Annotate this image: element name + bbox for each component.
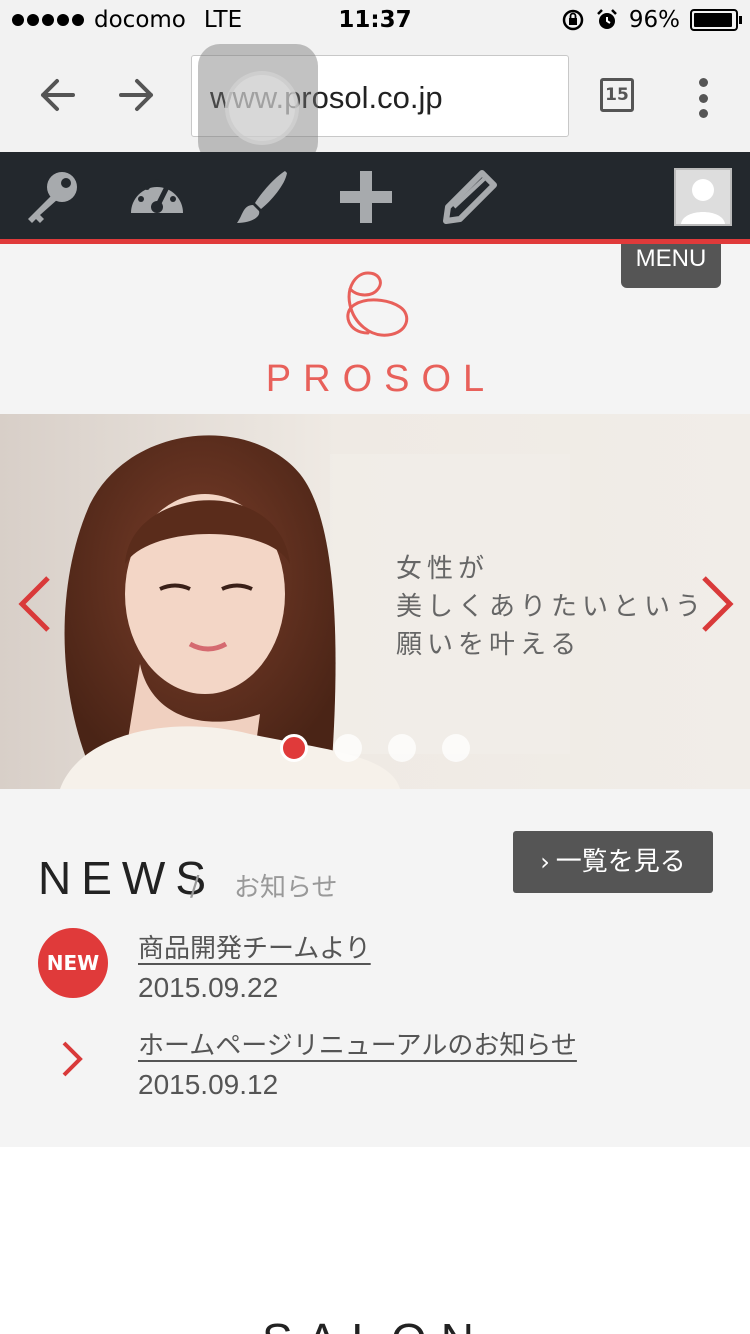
salon-section: SALON xyxy=(0,1147,750,1334)
site-logo-text[interactable]: PROSOL xyxy=(0,358,750,401)
back-arrow-icon[interactable] xyxy=(32,70,82,120)
prev-slide-icon[interactable] xyxy=(16,574,56,634)
admin-bar xyxy=(0,152,750,244)
browser-toolbar: www.prosol.co.jp 15 xyxy=(0,40,750,164)
news-item-date: 2015.09.12 xyxy=(138,1069,279,1100)
chevron-right-icon: › xyxy=(540,848,550,876)
slide-dot-2[interactable] xyxy=(334,734,362,762)
news-item-link[interactable]: 商品開発チームより xyxy=(138,928,371,965)
view-all-news-button[interactable]: › 一覧を見る xyxy=(513,831,713,893)
news-subheading: お知らせ xyxy=(234,873,338,903)
key-icon[interactable] xyxy=(22,167,82,227)
assistive-touch-button[interactable] xyxy=(198,44,318,164)
slide-dot-1[interactable] xyxy=(280,734,308,762)
rotation-lock-icon xyxy=(562,9,584,31)
dashboard-icon[interactable] xyxy=(127,167,187,227)
status-bar: docomo LTE 11:37 96% xyxy=(0,0,750,40)
tabs-icon[interactable]: 15 xyxy=(600,78,634,112)
news-section: NEWS / お知らせ › 一覧を見る NEW 商品開発チームより 2015.09… xyxy=(0,789,750,1147)
forward-arrow-icon[interactable] xyxy=(112,70,162,120)
news-item-date: 2015.09.22 xyxy=(138,972,279,1003)
battery-percent: 96% xyxy=(628,7,680,33)
hero-line: 女性が xyxy=(396,554,490,584)
menu-button[interactable]: MENU xyxy=(621,244,721,288)
slide-indicators xyxy=(280,734,470,762)
hero-caption: 女性が 美しくありたいという 願いを叶える xyxy=(396,550,706,664)
overflow-menu-icon[interactable] xyxy=(697,78,709,118)
new-badge: NEW xyxy=(38,928,108,998)
alarm-icon xyxy=(596,9,617,29)
salon-heading: SALON xyxy=(0,1313,750,1334)
status-right: 96% xyxy=(561,7,742,33)
brush-icon[interactable] xyxy=(231,167,291,227)
news-item-link[interactable]: ホームページリニューアルのお知らせ xyxy=(138,1025,577,1062)
hero-line: 美しくありたいという xyxy=(396,592,707,622)
slide-dot-4[interactable] xyxy=(442,734,470,762)
pencil-icon[interactable] xyxy=(440,167,500,227)
logo-mark-icon[interactable] xyxy=(330,267,422,347)
slide-dot-3[interactable] xyxy=(388,734,416,762)
news-list-item: NEW 商品開発チームより 2015.09.22 xyxy=(38,928,718,1008)
news-heading-divider: / xyxy=(190,869,200,902)
news-list-item: ホームページリニューアルのお知らせ 2015.09.12 xyxy=(38,1025,718,1105)
plus-icon[interactable] xyxy=(336,167,396,227)
battery-icon xyxy=(690,9,742,31)
avatar[interactable] xyxy=(674,168,732,226)
chevron-right-icon xyxy=(62,1041,83,1077)
hero-slider: 女性が 美しくありたいという 願いを叶える xyxy=(0,414,750,789)
hero-line: 願いを叶える xyxy=(396,630,582,660)
view-all-label: 一覧を見る xyxy=(555,847,686,877)
